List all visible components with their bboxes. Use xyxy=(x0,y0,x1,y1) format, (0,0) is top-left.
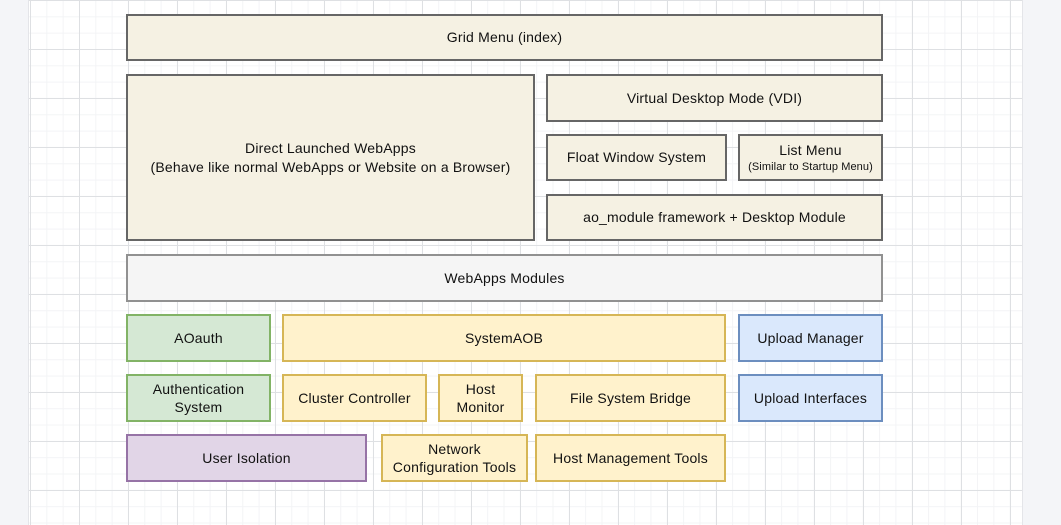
node-host-management-tools: Host Management Tools xyxy=(535,434,726,482)
node-label: ao_module framework + Desktop Module xyxy=(550,208,879,226)
node-label: WebApps Modules xyxy=(130,269,879,287)
node-file-system-bridge: File System Bridge xyxy=(535,374,726,422)
node-label: Virtual Desktop Mode (VDI) xyxy=(550,89,879,107)
node-label: AOauth xyxy=(130,329,267,347)
node-label: Cluster Controller xyxy=(286,389,423,407)
node-direct-launched-webapps: Direct Launched WebApps (Behave like nor… xyxy=(126,74,535,241)
node-label: Grid Menu (index) xyxy=(130,28,879,46)
node-label: SystemAOB xyxy=(286,329,722,347)
node-label: Authentication System xyxy=(130,380,267,416)
node-label: File System Bridge xyxy=(539,389,722,407)
node-label: User Isolation xyxy=(130,449,363,467)
node-label: Host Management Tools xyxy=(539,449,722,467)
node-cluster-controller: Cluster Controller xyxy=(282,374,427,422)
node-list-menu: List Menu (Similar to Startup Menu) xyxy=(738,134,883,181)
node-ao-module-framework: ao_module framework + Desktop Module xyxy=(546,194,883,241)
node-label: Float Window System xyxy=(550,148,723,166)
node-label: Upload Manager xyxy=(742,329,879,347)
node-virtual-desktop-mode: Virtual Desktop Mode (VDI) xyxy=(546,74,883,122)
node-user-isolation: User Isolation xyxy=(126,434,367,482)
page-gutter-left xyxy=(0,0,28,525)
node-float-window-system: Float Window System xyxy=(546,134,727,181)
node-label: Upload Interfaces xyxy=(742,389,879,407)
node-label: Network Configuration Tools xyxy=(385,440,524,476)
node-upload-interfaces: Upload Interfaces xyxy=(738,374,883,422)
node-host-monitor: Host Monitor xyxy=(438,374,523,422)
node-webapps-modules: WebApps Modules xyxy=(126,254,883,302)
node-label: Direct Launched WebApps (Behave like nor… xyxy=(130,139,531,175)
architecture-diagram: Grid Menu (index) Direct Launched WebApp… xyxy=(0,0,1061,525)
node-label: Host Monitor xyxy=(442,380,519,416)
node-systemaob: SystemAOB xyxy=(282,314,726,362)
node-upload-manager: Upload Manager xyxy=(738,314,883,362)
node-authentication-system: Authentication System xyxy=(126,374,271,422)
page-gutter-right xyxy=(1023,0,1061,525)
node-network-configuration-tools: Network Configuration Tools xyxy=(381,434,528,482)
node-aoauth: AOauth xyxy=(126,314,271,362)
node-label: List Menu (Similar to Startup Menu) xyxy=(742,141,879,174)
node-grid-menu: Grid Menu (index) xyxy=(126,14,883,61)
